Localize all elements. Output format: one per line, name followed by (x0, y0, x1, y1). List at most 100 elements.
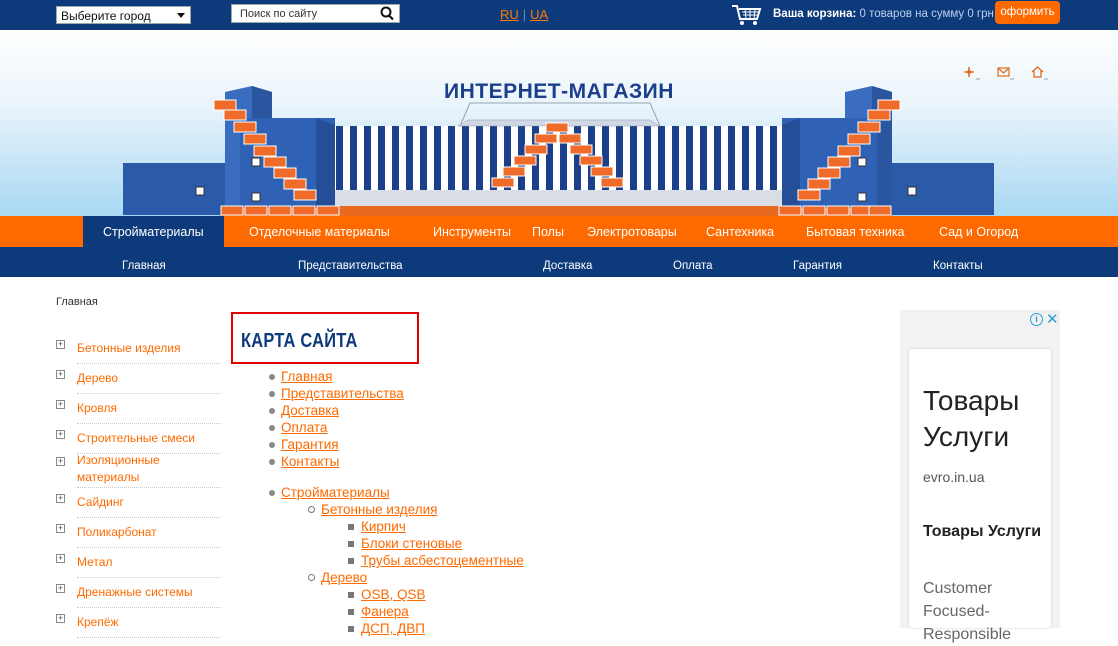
sidebar-item[interactable]: + Дерево (56, 364, 221, 394)
ad-card[interactable]: Товары Услуги evro.in.ua Товары Услуги C… (909, 349, 1051, 643)
list-bullet (348, 558, 354, 564)
list-bullet (348, 524, 354, 530)
sidebar-item[interactable]: + Дренажные системы (56, 578, 221, 608)
lang-separator: | (522, 7, 527, 22)
main-nav-item-electrical[interactable]: Электротовары (587, 216, 677, 247)
sub-nav-item-delivery[interactable]: Доставка (543, 247, 592, 285)
sitemap-link[interactable]: OSB, QSB (361, 586, 426, 603)
sitemap-link[interactable]: ДСП, ДВП (361, 620, 425, 637)
sidebar-item-label[interactable]: Поликарбонат (77, 524, 157, 541)
sitemap-link[interactable]: Кирпич (361, 518, 406, 535)
sub-nav-item-contacts[interactable]: Контакты (933, 247, 983, 285)
main-nav-item-garden[interactable]: Сад и Огород (939, 216, 1018, 247)
sidebar-item-label[interactable]: Изоляционные материалы (77, 452, 197, 486)
cart-summary: Ваша корзина: 0 товаров на сумму 0 грн (773, 8, 994, 20)
sitemap-link[interactable]: Оплата (281, 419, 327, 436)
sub-nav-item-warranty[interactable]: Гарантия (793, 247, 842, 285)
header-banner: ИНТЕРНЕТ-МАГАЗИН (0, 30, 1118, 216)
expand-icon[interactable]: + (56, 400, 65, 409)
sidebar-item-label[interactable]: Кровля (77, 400, 117, 417)
sidebar-item[interactable]: + Сайдинг (56, 488, 221, 518)
lang-ru-link[interactable]: RU (500, 7, 519, 22)
sub-nav-item-payment[interactable]: Оплата (673, 247, 713, 285)
sidebar-item[interactable]: + Изоляционные материалы (56, 452, 221, 488)
sub-nav-item-home[interactable]: Главная (122, 247, 166, 285)
cart-icon[interactable] (731, 3, 763, 27)
expand-icon[interactable]: + (56, 554, 65, 563)
checkout-button[interactable]: оформить (995, 1, 1060, 24)
list-bullet (308, 506, 315, 513)
language-switch: RU | UA (500, 7, 548, 22)
list-bullet (269, 490, 275, 496)
sidebar-item-label[interactable]: Бетонные изделия (77, 340, 181, 357)
main-nav-item-finishing[interactable]: Отделочные материалы (249, 216, 390, 247)
ad-headline: Товары Услуги (923, 385, 1020, 452)
sidebar-item-label[interactable]: Дерево (77, 370, 118, 387)
sitemap-link[interactable]: Дерево (321, 569, 367, 586)
ad-domain: evro.in.ua (923, 469, 985, 485)
ad-body: Customer Focused-Responsible (923, 580, 1012, 643)
sitemap-icon[interactable] (962, 65, 980, 81)
cart-value[interactable]: 0 товаров на сумму 0 грн (860, 8, 994, 20)
sub-nav: Главная Представительства Доставка Оплат… (0, 247, 1118, 277)
sidebar-item-label[interactable]: Строительные смеси (77, 430, 195, 447)
sidebar-item[interactable]: + Кровля (56, 394, 221, 424)
main-nav-item-floors[interactable]: Полы (532, 216, 564, 247)
list-bullet (348, 592, 354, 598)
expand-icon[interactable]: + (56, 614, 65, 623)
sitemap-link[interactable]: Представительства (281, 385, 404, 402)
expand-icon[interactable]: + (56, 340, 65, 349)
home-icon[interactable] (1030, 65, 1048, 81)
city-select[interactable]: Выберите город (56, 6, 191, 24)
main-nav-item-construction[interactable]: Стройматериалы (83, 216, 224, 247)
sitemap-link[interactable]: Трубы асбестоцементные (361, 552, 524, 569)
expand-icon[interactable]: + (56, 524, 65, 533)
expand-icon[interactable]: + (56, 370, 65, 379)
list-bullet (269, 408, 275, 414)
ad-info-icon[interactable]: i (1030, 313, 1043, 326)
sitemap-link[interactable]: Доставка (281, 402, 339, 419)
sidebar-item[interactable]: + Бетонные изделия (56, 334, 221, 364)
sidebar-item[interactable]: + Крепёж (56, 608, 221, 638)
sitemap-link[interactable]: Гарантия (281, 436, 339, 453)
breadcrumb[interactable]: Главная (56, 296, 98, 308)
ad-banner[interactable]: i ✕ Товары Услуги evro.in.ua Товары Услу… (900, 310, 1060, 643)
expand-icon[interactable]: + (56, 430, 65, 439)
expand-icon[interactable]: + (56, 494, 65, 503)
sidebar-item-label[interactable]: Крепёж (77, 614, 119, 631)
list-bullet (269, 442, 275, 448)
sitemap-link[interactable]: Главная (281, 368, 332, 385)
sidebar-item-label[interactable]: Метал (77, 554, 112, 571)
main-nav-item-tools[interactable]: Инструменты (433, 216, 511, 247)
sitemap-link[interactable]: Стройматериалы (281, 484, 390, 501)
close-icon[interactable]: ✕ (1046, 310, 1059, 328)
list-bullet (348, 626, 354, 632)
page-title: КАРТА САЙТА (241, 330, 358, 352)
sidebar-item[interactable]: + Строительные смеси (56, 424, 221, 454)
list-bullet (269, 425, 275, 431)
lang-ua-link[interactable]: UA (530, 7, 548, 22)
sitemap-link[interactable]: Контакты (281, 453, 339, 470)
expand-icon[interactable]: + (56, 584, 65, 593)
sidebar-item-label[interactable]: Сайдинг (77, 494, 124, 511)
expand-icon[interactable]: + (56, 457, 65, 466)
list-bullet (348, 541, 354, 547)
main-nav-item-appliances[interactable]: Бытовая техника (806, 216, 905, 247)
sidebar-item-label[interactable]: Дренажные системы (77, 584, 193, 601)
main-nav: Стройматериалы Отделочные материалы Инст… (0, 216, 1118, 247)
sub-nav-item-offices[interactable]: Представительства (298, 247, 403, 285)
list-bullet (308, 574, 315, 581)
city-select-value: Выберите город (61, 9, 151, 23)
sidebar-item[interactable]: + Метал (56, 548, 221, 578)
sidebar-item[interactable]: + Поликарбонат (56, 518, 221, 548)
mail-icon[interactable] (996, 65, 1014, 81)
header-icons (962, 65, 1052, 85)
search-input[interactable] (232, 5, 377, 22)
main-nav-item-plumbing[interactable]: Сантехника (706, 216, 774, 247)
search-icon[interactable] (377, 6, 397, 21)
sitemap-link[interactable]: Бетонные изделия (321, 501, 437, 518)
cart-label: Ваша корзина: (773, 8, 857, 20)
sitemap-link[interactable]: Фанера (361, 603, 409, 620)
page-title-box: КАРТА САЙТА (231, 312, 419, 364)
sitemap-link[interactable]: Блоки стеновые (361, 535, 462, 552)
